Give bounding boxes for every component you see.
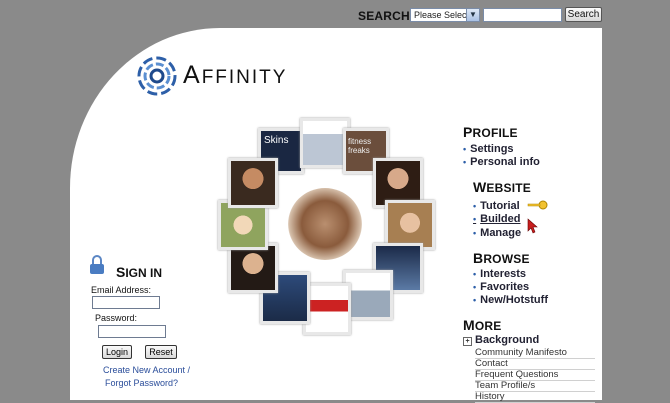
collage-fitness-text: fitness freaks	[348, 137, 372, 155]
search-input[interactable]	[483, 8, 562, 22]
nav-background[interactable]: + Background	[463, 334, 539, 346]
forgot-password-link[interactable]: Forgot Password?	[105, 378, 178, 388]
collage-tile-website-4[interactable]	[303, 283, 351, 335]
lock-icon	[90, 255, 104, 274]
browse-heading: BROWSE	[473, 250, 530, 266]
top-search-bar: SEARCH: Please Select ▼ Search	[0, 0, 670, 30]
logo-wordmark[interactable]: AFFINITY	[183, 61, 287, 90]
profile-heading: PROFILE	[463, 124, 518, 140]
collage-tile-portrait-3[interactable]	[228, 243, 278, 293]
email-field[interactable]	[92, 296, 160, 309]
more-heading: MORE	[463, 317, 502, 333]
email-label: Email Address:	[91, 285, 152, 295]
search-label: SEARCH:	[358, 9, 415, 23]
collage-tile-portrait-5[interactable]	[228, 158, 278, 208]
logo-rest-letters: FFINITY	[201, 67, 288, 88]
create-account-link[interactable]: Create New Account /	[103, 365, 190, 375]
nav-manage[interactable]: • Manage	[473, 227, 521, 239]
search-select-value: Please Select	[414, 10, 470, 20]
collage-center-spiral-image	[288, 188, 362, 260]
nav-tutorial[interactable]: • Tutorial	[473, 200, 520, 212]
nav-new-hotstuff[interactable]: • New/Hotstuff	[473, 294, 548, 306]
search-button[interactable]: Search	[565, 7, 602, 22]
search-category-select[interactable]: Please Select ▼	[410, 8, 480, 22]
password-label: Password:	[95, 313, 138, 323]
login-button[interactable]: Login	[102, 345, 132, 359]
password-field[interactable]	[98, 325, 166, 338]
collage-skins-text: Skins	[264, 135, 289, 146]
nav-personal-info[interactable]: • Personal info	[463, 156, 540, 168]
nav-settings[interactable]: • Settings	[463, 143, 514, 155]
reset-button[interactable]: Reset	[145, 345, 177, 359]
nav-builded[interactable]: • Builded	[473, 213, 521, 225]
nav-interests[interactable]: • Interests	[473, 268, 526, 280]
nav-history[interactable]: History	[475, 391, 595, 403]
website-heading: WEBSITE	[473, 179, 531, 195]
signin-heading: SIGN IN	[116, 264, 163, 280]
chevron-down-icon: ▼	[466, 9, 479, 21]
cursor-pointer-icon	[527, 218, 538, 234]
logo-first-letter: A	[183, 61, 202, 89]
key-icon	[527, 200, 548, 210]
nav-favorites[interactable]: • Favorites	[473, 281, 529, 293]
affinity-logo-icon	[137, 56, 177, 96]
expand-plus-icon: +	[463, 337, 472, 346]
